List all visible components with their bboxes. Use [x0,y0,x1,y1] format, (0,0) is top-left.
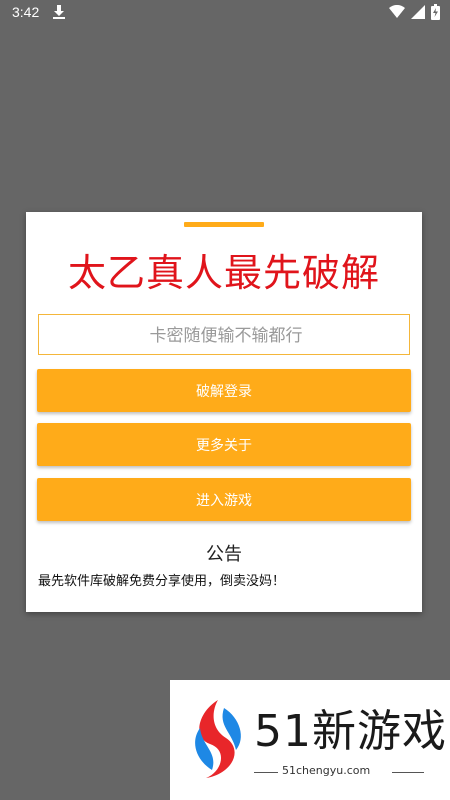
notice-text: 最先软件库破解免费分享使用，倒卖没妈！ [38,574,286,589]
more-about-button[interactable]: 更多关于 [37,423,411,466]
status-bar: 3:42 [0,0,450,24]
site-logo-icon [195,700,241,778]
divider [254,772,278,773]
divider [392,772,424,773]
crack-dialog: 太乙真人最先破解 破解登录 更多关于 进入游戏 公告 最先软件库破解免费分享使用… [26,212,422,612]
battery-icon [431,4,440,20]
enter-game-button[interactable]: 进入游戏 [37,478,411,521]
notice-title: 公告 [206,544,242,565]
card-key-input[interactable] [39,315,413,356]
crack-login-button[interactable]: 破解登录 [37,369,411,412]
status-icons [389,4,440,20]
download-icon [53,5,65,19]
site-domain: 51chengyu.com [282,764,371,777]
dialog-accent-bar [184,222,264,227]
site-brand-name: 51新游戏 [254,706,447,757]
status-time: 3:42 [12,4,40,20]
dialog-title: 太乙真人最先破解 [67,251,380,295]
wifi-icon [389,5,405,18]
card-key-field [38,314,413,356]
site-watermark: 51新游戏 51chengyu.com [170,680,450,800]
signal-icon [411,5,425,19]
